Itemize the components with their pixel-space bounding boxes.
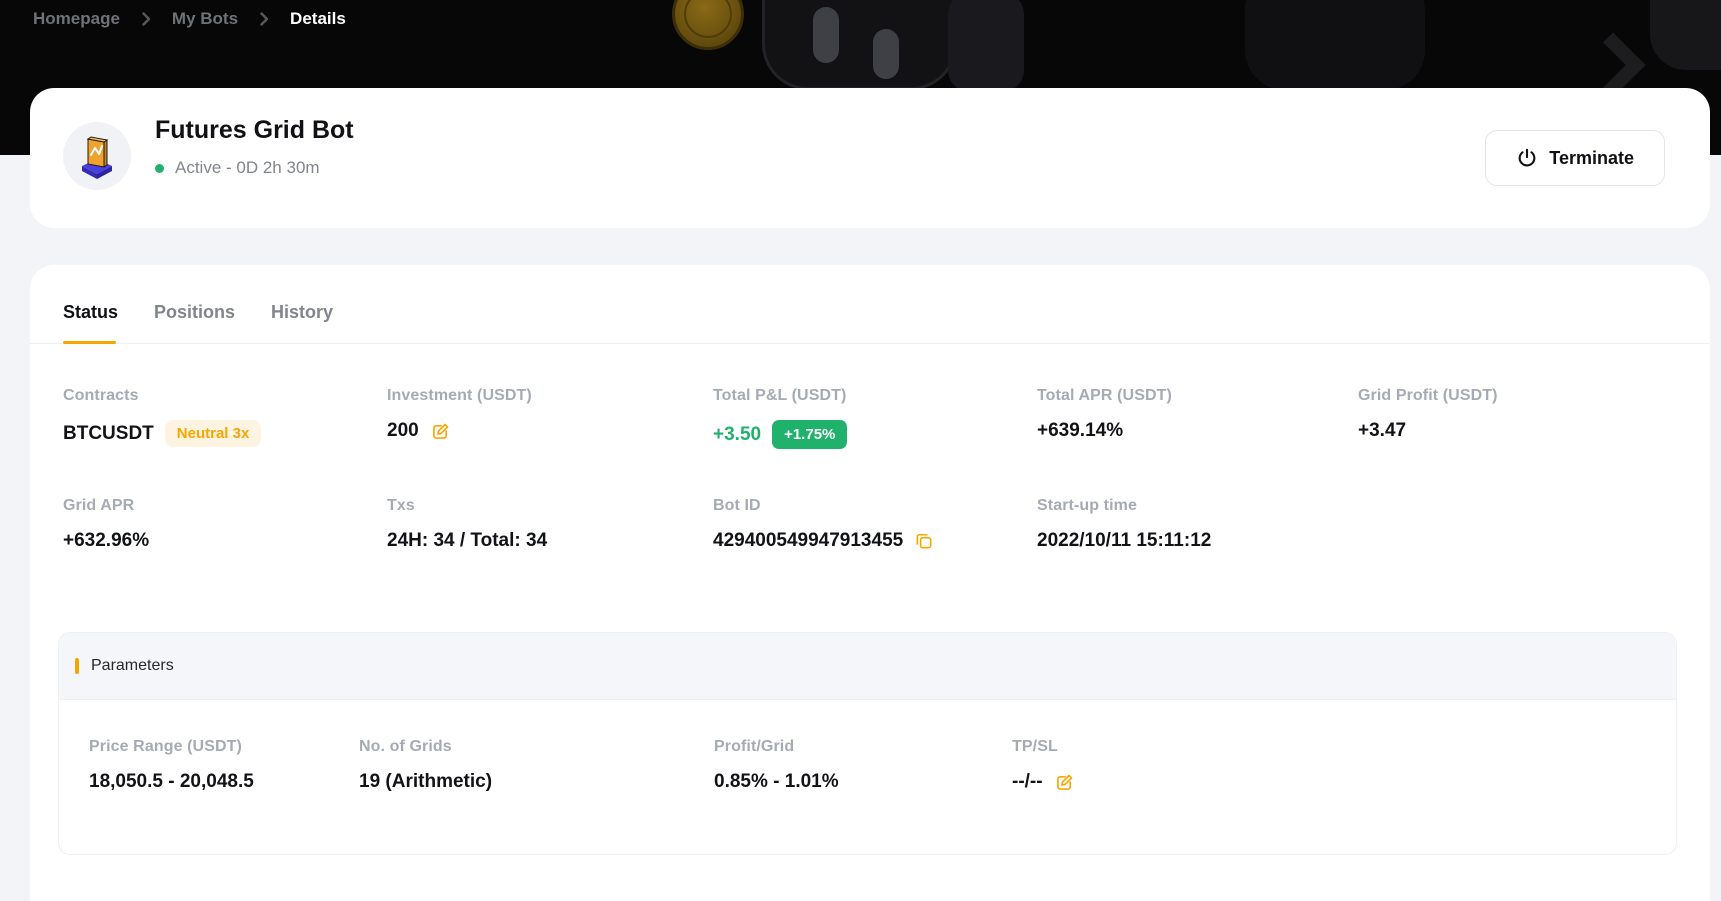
accent-bar bbox=[75, 658, 79, 674]
grid-bot-icon bbox=[82, 136, 112, 179]
tp-sl-value: --/-- bbox=[1012, 771, 1043, 792]
stat-grid-profit: Grid Profit (USDT) +3.47 bbox=[1358, 387, 1690, 449]
stat-label: Grid Profit (USDT) bbox=[1358, 387, 1498, 404]
edit-tp-sl-icon[interactable] bbox=[1054, 772, 1075, 793]
grid-apr-value: +632.96% bbox=[63, 530, 150, 551]
active-status-dot bbox=[155, 163, 164, 173]
bot-status: Active - 0D 2h 30m bbox=[155, 158, 320, 178]
stat-bot-id: Bot ID 429400549947913455 bbox=[713, 497, 1037, 552]
power-icon bbox=[1516, 147, 1538, 169]
contracts-value: BTCUSDT bbox=[63, 422, 154, 444]
stat-investment: Investment (USDT) 200 bbox=[387, 387, 713, 449]
breadcrumb: Homepage My Bots Details bbox=[33, 9, 346, 29]
detail-tabs: Status Positions History bbox=[30, 265, 1710, 344]
pnl-percent-badge: +1.75% bbox=[772, 420, 848, 449]
total-apr-value: +639.14% bbox=[1037, 420, 1124, 441]
page-title: Futures Grid Bot bbox=[155, 116, 354, 144]
stat-label: Total APR (USDT) bbox=[1037, 387, 1172, 404]
stat-label: Investment (USDT) bbox=[387, 387, 532, 404]
parameters-header: Parameters bbox=[59, 633, 1676, 700]
breadcrumb-homepage[interactable]: Homepage bbox=[33, 9, 120, 29]
grid-profit-value: +3.47 bbox=[1358, 420, 1407, 441]
param-label: Profit/Grid bbox=[714, 738, 795, 755]
bot-id-value: 429400549947913455 bbox=[713, 530, 904, 551]
tab-status[interactable]: Status bbox=[63, 302, 118, 344]
stat-label: Txs bbox=[387, 497, 415, 514]
robot-mascot-graphic bbox=[762, 0, 957, 90]
stat-total-apr: Total APR (USDT) +639.14% bbox=[1037, 387, 1358, 449]
param-label: Price Range (USDT) bbox=[89, 738, 242, 755]
terminate-button[interactable]: Terminate bbox=[1485, 130, 1665, 186]
stat-label: Grid APR bbox=[63, 497, 135, 514]
stat-startup-time: Start-up time 2022/10/11 15:11:12 bbox=[1037, 497, 1690, 552]
stat-txs: Txs 24H: 34 / Total: 34 bbox=[387, 497, 713, 552]
robot-shadow-graphic bbox=[1650, 0, 1721, 70]
robot-eye-graphic bbox=[813, 7, 839, 63]
breadcrumb-my-bots[interactable]: My Bots bbox=[172, 9, 238, 29]
coin-graphic bbox=[672, 0, 744, 50]
param-no-of-grids: No. of Grids 19 (Arithmetic) bbox=[359, 738, 714, 793]
param-label: TP/SL bbox=[1012, 738, 1058, 755]
chevron-right-icon bbox=[140, 12, 152, 26]
bot-detail-card: Status Positions History Contracts BTCUS… bbox=[30, 265, 1710, 901]
startup-time-value: 2022/10/11 15:11:12 bbox=[1037, 530, 1212, 551]
param-profit-grid: Profit/Grid 0.85% - 1.01% bbox=[714, 738, 1012, 793]
stat-label: Bot ID bbox=[713, 497, 761, 514]
param-price-range: Price Range (USDT) 18,050.5 - 20,048.5 bbox=[89, 738, 359, 793]
tab-history[interactable]: History bbox=[271, 302, 333, 325]
grid-bot-avatar bbox=[63, 122, 131, 190]
tab-positions[interactable]: Positions bbox=[154, 302, 235, 325]
robot-eye-graphic bbox=[873, 29, 899, 79]
parameters-grid: Price Range (USDT) 18,050.5 - 20,048.5 N… bbox=[59, 700, 1676, 793]
price-range-value: 18,050.5 - 20,048.5 bbox=[89, 771, 254, 792]
stat-grid-apr: Grid APR +632.96% bbox=[63, 497, 387, 552]
parameters-section: Parameters Price Range (USDT) 18,050.5 -… bbox=[58, 632, 1677, 855]
leverage-badge: Neutral 3x bbox=[164, 420, 262, 447]
copy-bot-id-icon[interactable] bbox=[914, 531, 934, 551]
investment-value: 200 bbox=[387, 420, 419, 441]
stats-row-2: Grid APR +632.96% Txs 24H: 34 / Total: 3… bbox=[63, 497, 1690, 552]
bot-header-card: Futures Grid Bot Active - 0D 2h 30m Term… bbox=[30, 88, 1710, 228]
robot-shadow-graphic bbox=[1245, 0, 1425, 90]
status-text: Active - 0D 2h 30m bbox=[175, 158, 320, 177]
stat-label: Start-up time bbox=[1037, 497, 1137, 514]
stat-contracts: Contracts BTCUSDT Neutral 3x bbox=[63, 387, 387, 449]
stat-label: Total P&L (USDT) bbox=[713, 387, 847, 404]
stats-row-1: Contracts BTCUSDT Neutral 3x Investment … bbox=[63, 387, 1690, 449]
stat-total-pnl: Total P&L (USDT) +3.50 +1.75% bbox=[713, 387, 1037, 449]
no-of-grids-value: 19 (Arithmetic) bbox=[359, 771, 493, 792]
chevron-right-icon bbox=[258, 12, 270, 26]
breadcrumb-details: Details bbox=[290, 9, 346, 28]
stat-label: Contracts bbox=[63, 387, 139, 404]
txs-value: 24H: 34 / Total: 34 bbox=[387, 530, 548, 551]
param-label: No. of Grids bbox=[359, 738, 452, 755]
edit-investment-icon[interactable] bbox=[430, 421, 451, 442]
terminate-label: Terminate bbox=[1549, 147, 1634, 168]
parameters-title: Parameters bbox=[91, 657, 174, 674]
robot-body-graphic bbox=[948, 0, 1024, 92]
profit-grid-value: 0.85% - 1.01% bbox=[714, 771, 839, 792]
param-tp-sl: TP/SL --/-- bbox=[1012, 738, 1676, 793]
total-pnl-value: +3.50 bbox=[713, 423, 762, 445]
